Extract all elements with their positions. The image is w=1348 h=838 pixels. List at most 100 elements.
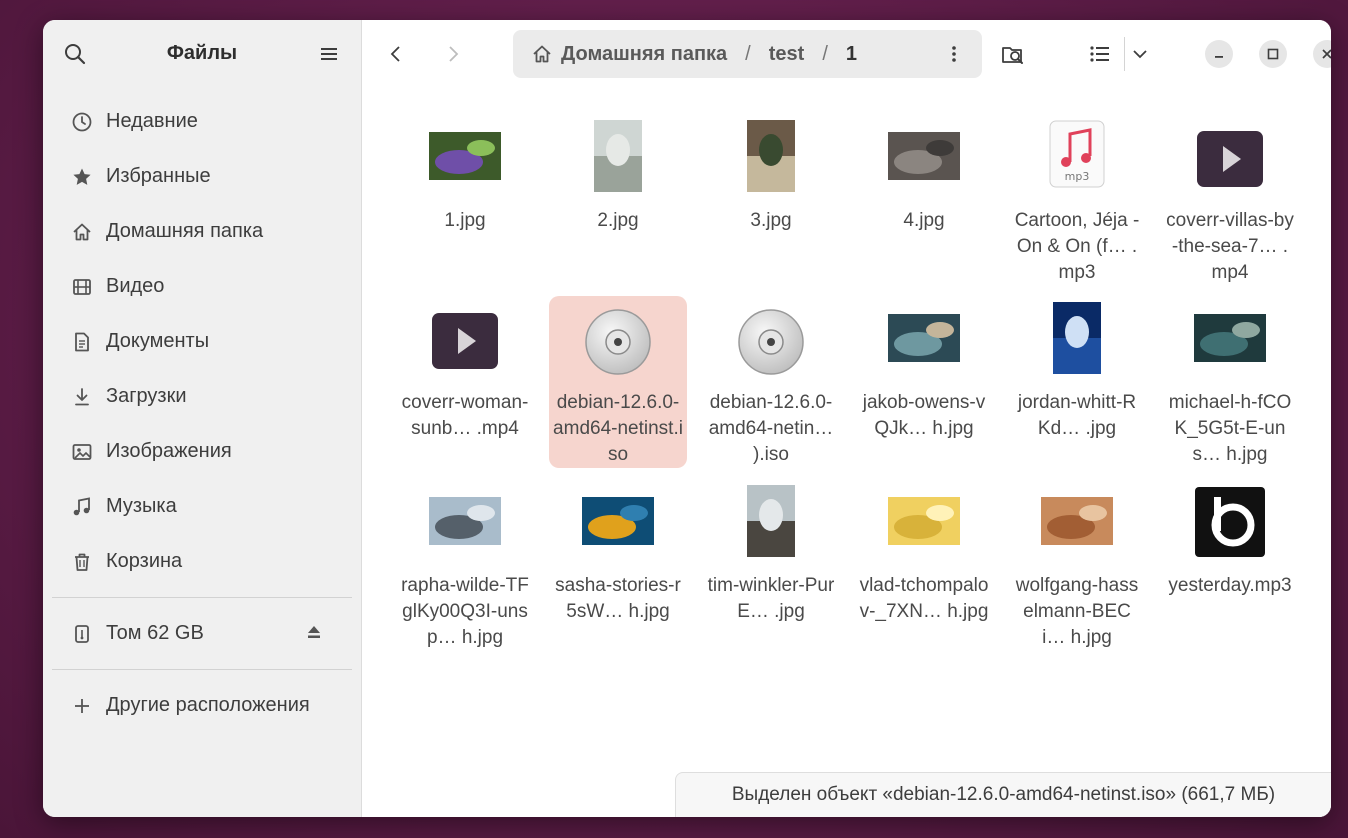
file-manager-window: Файлы Недавние Избранные Домашняя папка …: [43, 20, 1331, 817]
file-name: jakob-owens-vQJk… h.jpg: [862, 392, 986, 439]
sidebar-item-label: Документы: [106, 330, 210, 352]
file-name: wolfgang-hasselmann-BECi… h.jpg: [1015, 575, 1139, 648]
back-button[interactable]: [382, 40, 410, 68]
breadcrumb-home[interactable]: Домашняя папка: [561, 43, 727, 66]
sidebar-item-label: Загрузки: [106, 385, 187, 407]
file-item[interactable]: vlad-tchompalov-_7XN… h.jpg: [855, 479, 993, 651]
file-item[interactable]: jakob-owens-vQJk… h.jpg: [855, 296, 993, 468]
download-icon: [70, 385, 94, 409]
view-separator: [1124, 37, 1125, 71]
file-name: 1.jpg: [444, 210, 486, 231]
file-item[interactable]: 1.jpg: [396, 114, 534, 286]
sidebar-item-trash[interactable]: Корзина: [43, 534, 361, 589]
file-item[interactable]: yesterday.mp3: [1161, 479, 1299, 651]
file-name: vlad-tchompalov-_7XN… h.jpg: [859, 575, 989, 622]
file-name: 3.jpg: [750, 210, 792, 231]
image-thumbnail: [1008, 497, 1146, 545]
sidebar-item-downloads[interactable]: Загрузки: [43, 369, 361, 424]
search-folder-icon[interactable]: [1000, 40, 1028, 68]
sidebar-places: Недавние Избранные Домашняя папка Видео: [43, 94, 361, 733]
sidebar-item-label: Недавние: [106, 110, 198, 132]
sidebar-separator: [52, 597, 352, 598]
chevron-down-icon[interactable]: [1126, 40, 1154, 68]
image-thumbnail: [855, 314, 993, 362]
image-thumbnail: [549, 497, 687, 545]
file-name: coverr-villas-by-the-sea-7… .mp4: [1166, 210, 1294, 283]
file-item[interactable]: sasha-stories-r5sW… h.jpg: [549, 479, 687, 651]
file-item[interactable]: rapha-wilde-TFglKy00Q3I-unsp… h.jpg: [396, 479, 534, 651]
sidebar-item-documents[interactable]: Документы: [43, 314, 361, 369]
image-icon: [70, 440, 94, 464]
usb-drive-icon: [70, 622, 94, 646]
file-item[interactable]: 4.jpg: [855, 114, 993, 286]
breadcrumb-current[interactable]: 1: [846, 43, 857, 66]
file-item[interactable]: michael-h-fCOK_5G5t-E-uns… h.jpg: [1161, 296, 1299, 468]
breadcrumb-separator: /: [745, 42, 751, 65]
video-file-icon: [1161, 130, 1299, 188]
file-item[interactable]: coverr-villas-by-the-sea-7… .mp4: [1161, 114, 1299, 286]
maximize-button[interactable]: [1259, 40, 1287, 68]
file-name: 4.jpg: [903, 210, 945, 231]
video-file-icon: [396, 312, 534, 370]
star-icon: [70, 165, 94, 189]
sidebar-item-label: Изображения: [106, 440, 232, 462]
image-thumbnail: [702, 120, 840, 192]
sidebar-item-pictures[interactable]: Изображения: [43, 424, 361, 479]
sidebar-separator: [52, 669, 352, 670]
sidebar-item-label: Том 62 GB: [106, 622, 204, 644]
home-icon: [70, 220, 94, 244]
list-view-icon[interactable]: [1086, 40, 1114, 68]
sidebar-item-label: Другие расположения: [106, 694, 310, 716]
image-thumbnail: [702, 485, 840, 557]
file-item[interactable]: wolfgang-hasselmann-BECi… h.jpg: [1008, 479, 1146, 651]
file-name: jordan-whitt-RKd… .jpg: [1017, 392, 1137, 439]
main-area: Домашняя папка / test / 1 1.jpg 2.jpg 3.…: [362, 20, 1331, 817]
status-bar: Выделен объект «debian-12.6.0-amd64-neti…: [675, 772, 1331, 817]
sidebar-item-recent[interactable]: Недавние: [43, 94, 361, 149]
file-name: debian-12.6.0-amd64-netin… ).iso: [708, 392, 834, 465]
file-name: rapha-wilde-TFglKy00Q3I-unsp… h.jpg: [401, 575, 529, 648]
trash-icon: [70, 550, 94, 574]
sidebar-item-label: Музыка: [106, 495, 177, 517]
file-name: 2.jpg: [597, 210, 639, 231]
image-thumbnail: [549, 120, 687, 192]
file-item[interactable]: coverr-woman-sunb… .mp4: [396, 296, 534, 468]
file-item[interactable]: 2.jpg: [549, 114, 687, 286]
more-options-icon[interactable]: [942, 42, 966, 66]
file-item[interactable]: jordan-whitt-RKd… .jpg: [1008, 296, 1146, 468]
minimize-button[interactable]: [1205, 40, 1233, 68]
file-item[interactable]: mp3 Cartoon, Jéja - On & On (f… .mp3: [1008, 114, 1146, 286]
sidebar-item-home[interactable]: Домашняя папка: [43, 204, 361, 259]
sidebar-item-music[interactable]: Музыка: [43, 479, 361, 534]
hamburger-menu-icon[interactable]: [317, 42, 341, 66]
image-thumbnail: [855, 132, 993, 180]
image-thumbnail: [396, 497, 534, 545]
header-bar: Домашняя папка / test / 1: [362, 20, 1331, 86]
file-name: sasha-stories-r5sW… h.jpg: [555, 575, 681, 622]
file-item[interactable]: debian-12.6.0-amd64-netinst.iso: [549, 296, 687, 468]
file-item[interactable]: debian-12.6.0-amd64-netin… ).iso: [702, 296, 840, 468]
path-bar: Домашняя папка / test / 1: [513, 30, 982, 78]
breadcrumb-separator: /: [822, 42, 828, 65]
breadcrumb-test[interactable]: test: [769, 43, 805, 66]
svg-text:mp3: mp3: [1065, 170, 1090, 183]
film-icon: [70, 275, 94, 299]
sidebar-item-volume[interactable]: Том 62 GB: [43, 606, 361, 661]
sidebar-item-label: Видео: [106, 275, 165, 297]
plus-icon: [70, 694, 94, 718]
sidebar-item-starred[interactable]: Избранные: [43, 149, 361, 204]
forward-button[interactable]: [439, 40, 467, 68]
file-item[interactable]: 3.jpg: [702, 114, 840, 286]
sidebar-item-other-locations[interactable]: Другие расположения: [43, 678, 361, 733]
file-name: coverr-woman-sunb… .mp4: [401, 392, 529, 439]
file-name: tim-winkler-PurE… .jpg: [707, 575, 835, 622]
eject-icon[interactable]: [305, 623, 323, 641]
sidebar-item-videos[interactable]: Видео: [43, 259, 361, 314]
close-button[interactable]: [1313, 40, 1331, 68]
image-thumbnail: [855, 497, 993, 545]
clock-icon: [70, 110, 94, 134]
file-name: michael-h-fCOK_5G5t-E-uns… h.jpg: [1168, 392, 1292, 465]
file-item[interactable]: tim-winkler-PurE… .jpg: [702, 479, 840, 651]
document-icon: [70, 330, 94, 354]
sidebar-item-label: Домашняя папка: [106, 220, 264, 242]
